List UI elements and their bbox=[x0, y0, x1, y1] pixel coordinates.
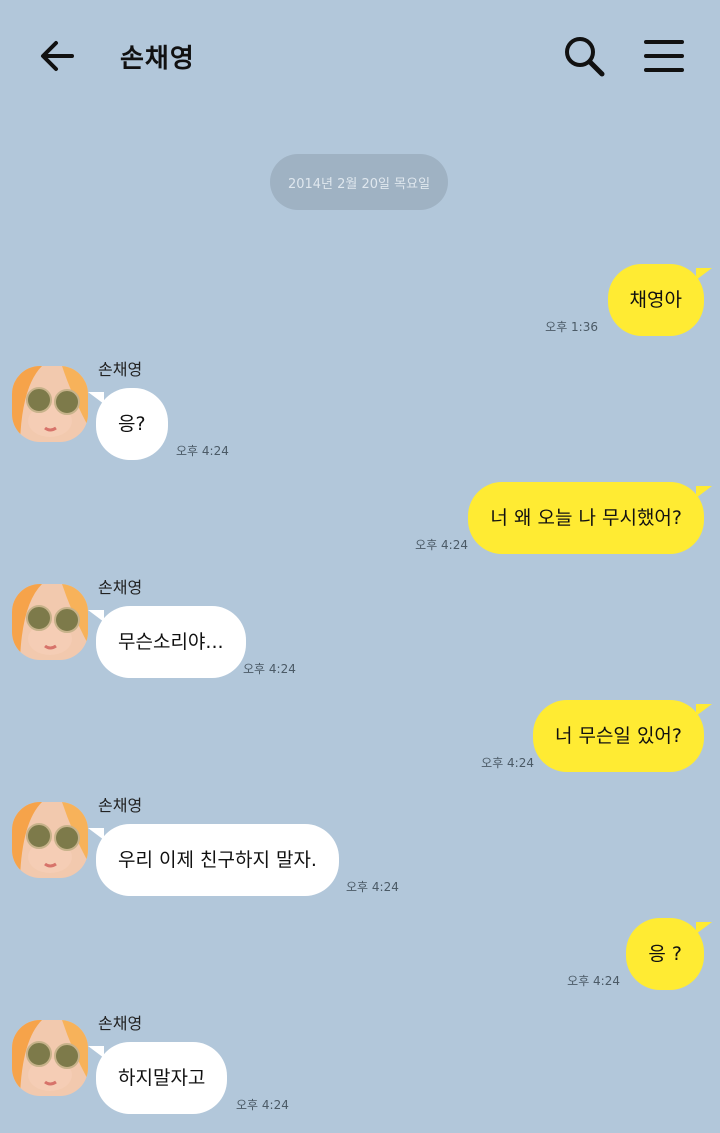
their-message-bubble[interactable]: 우리 이제 친구하지 말자. bbox=[88, 824, 339, 896]
profile-photo-icon bbox=[12, 802, 88, 878]
profile-photo-icon bbox=[12, 584, 88, 660]
their-message-bubble[interactable]: 하지말자고 bbox=[87, 1042, 228, 1114]
profile-photo-icon bbox=[12, 1020, 88, 1096]
avatar[interactable] bbox=[12, 584, 88, 660]
sender-name: 손채영 bbox=[98, 796, 143, 815]
menu-button[interactable] bbox=[644, 38, 684, 74]
back-arrow-icon bbox=[41, 41, 74, 71]
my-message-bubble[interactable]: 너 왜 오늘 나 무시했어? bbox=[468, 482, 712, 554]
message-time: 오후 4:24 bbox=[176, 444, 229, 458]
back-button[interactable] bbox=[38, 36, 78, 76]
sender-name: 손채영 bbox=[98, 1014, 143, 1033]
sender-name: 손채영 bbox=[98, 360, 143, 379]
my-message-bubble[interactable]: 너 무슨일 있어? bbox=[532, 700, 713, 772]
message-time: 오후 4:24 bbox=[567, 974, 620, 988]
search-button[interactable] bbox=[562, 34, 606, 78]
avatar[interactable] bbox=[12, 1020, 88, 1096]
message-time: 오후 1:36 bbox=[545, 320, 598, 334]
avatar[interactable] bbox=[12, 366, 88, 442]
menu-icon bbox=[644, 40, 684, 72]
my-message-bubble[interactable]: 채영아 bbox=[607, 264, 713, 336]
message-time: 오후 4:24 bbox=[346, 880, 399, 894]
chat-header: 손채영 bbox=[0, 0, 720, 112]
profile-photo-icon bbox=[12, 366, 88, 442]
search-icon bbox=[565, 37, 605, 77]
chat-title: 손채영 bbox=[120, 44, 195, 74]
their-message-bubble[interactable]: 무슨소리야... bbox=[88, 606, 246, 678]
message-time: 오후 4:24 bbox=[481, 756, 534, 770]
message-time: 오후 4:24 bbox=[415, 538, 468, 552]
my-message-bubble[interactable]: 응 ? bbox=[626, 918, 712, 990]
date-divider: 2014년 2월 20일 목요일 bbox=[270, 154, 448, 210]
their-message-bubble[interactable]: 응? bbox=[88, 388, 168, 460]
avatar[interactable] bbox=[12, 802, 88, 878]
message-time: 오후 4:24 bbox=[243, 662, 296, 676]
sender-name: 손채영 bbox=[98, 578, 143, 597]
message-time: 오후 4:24 bbox=[236, 1098, 289, 1112]
